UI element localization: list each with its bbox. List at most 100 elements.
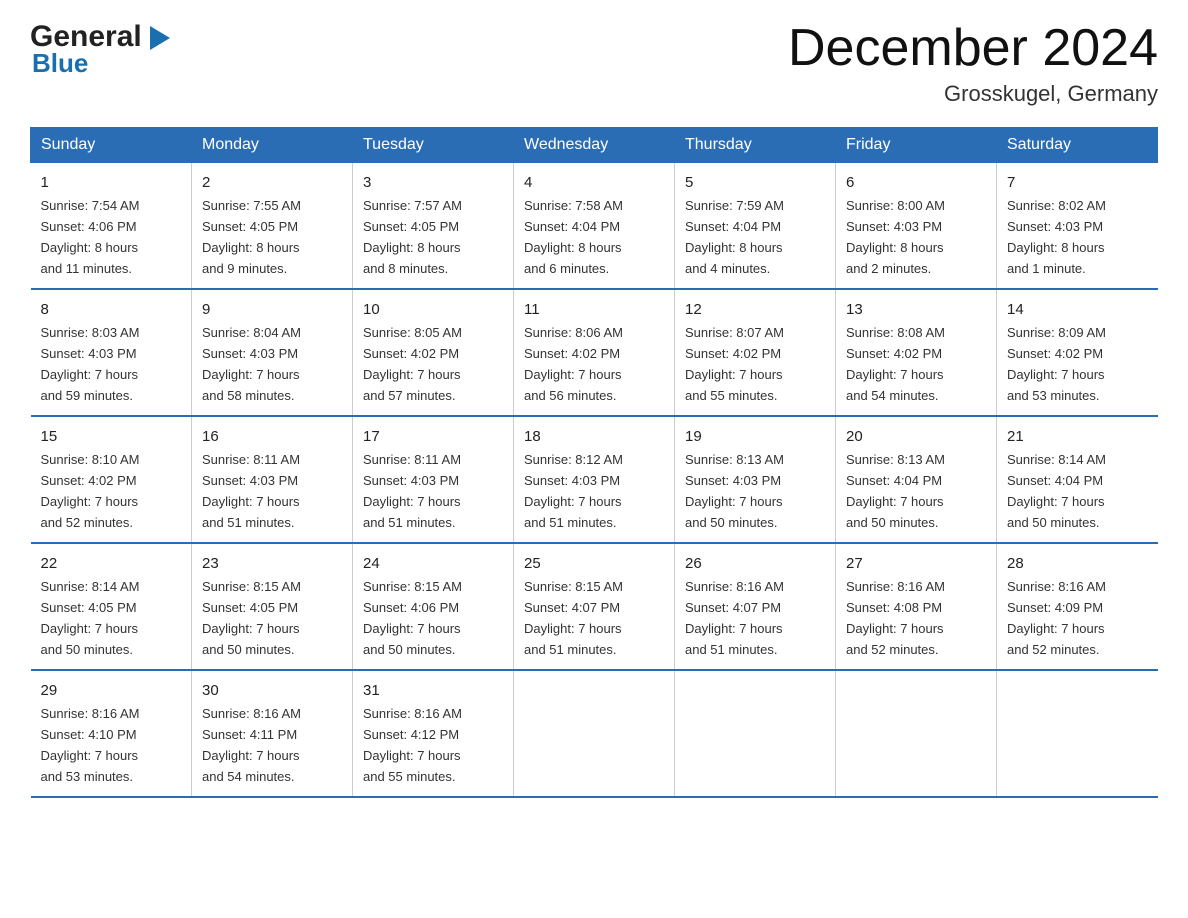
calendar-cell: 22 Sunrise: 8:14 AMSunset: 4:05 PMDayligh…	[31, 543, 192, 670]
calendar-cell: 18Sunrise: 8:12 AMSunset: 4:03 PMDayligh…	[514, 416, 675, 543]
day-info: Sunrise: 7:57 AMSunset: 4:05 PMDaylight:…	[363, 198, 462, 276]
calendar-cell: 1 Sunrise: 7:54 AMSunset: 4:06 PMDaylight…	[31, 163, 192, 289]
calendar-cell	[675, 670, 836, 797]
day-info: Sunrise: 8:11 AMSunset: 4:03 PMDaylight:…	[202, 452, 300, 530]
calendar-cell	[514, 670, 675, 797]
calendar-cell: 4Sunrise: 7:58 AMSunset: 4:04 PMDaylight…	[514, 163, 675, 289]
day-number: 12	[685, 298, 825, 321]
calendar-week-row: 1 Sunrise: 7:54 AMSunset: 4:06 PMDaylight…	[31, 163, 1158, 289]
calendar-week-row: 29 Sunrise: 8:16 AMSunset: 4:10 PMDayligh…	[31, 670, 1158, 797]
day-info: Sunrise: 8:16 AMSunset: 4:09 PMDaylight:…	[1007, 579, 1106, 657]
header: General Blue December 2024 Grosskugel, G…	[30, 20, 1158, 107]
day-number: 26	[685, 552, 825, 575]
calendar-cell: 15 Sunrise: 8:10 AMSunset: 4:02 PMDayligh…	[31, 416, 192, 543]
calendar-cell: 20 Sunrise: 8:13 AMSunset: 4:04 PMDayligh…	[836, 416, 997, 543]
day-number: 22	[41, 552, 182, 575]
day-number: 19	[685, 425, 825, 448]
day-info: Sunrise: 8:12 AMSunset: 4:03 PMDaylight:…	[524, 452, 623, 530]
day-info: Sunrise: 7:59 AMSunset: 4:04 PMDaylight:…	[685, 198, 784, 276]
day-info: Sunrise: 8:10 AMSunset: 4:02 PMDaylight:…	[41, 452, 140, 530]
day-number: 17	[363, 425, 503, 448]
day-info: Sunrise: 8:15 AMSunset: 4:06 PMDaylight:…	[363, 579, 462, 657]
day-info: Sunrise: 8:02 AMSunset: 4:03 PMDaylight:…	[1007, 198, 1106, 276]
calendar-cell: 7Sunrise: 8:02 AMSunset: 4:03 PMDaylight…	[997, 163, 1158, 289]
day-number: 6	[846, 171, 986, 194]
calendar-cell	[997, 670, 1158, 797]
day-number: 10	[363, 298, 503, 321]
calendar-cell: 17 Sunrise: 8:11 AMSunset: 4:03 PMDayligh…	[353, 416, 514, 543]
calendar-cell	[836, 670, 997, 797]
calendar-cell: 24 Sunrise: 8:15 AMSunset: 4:06 PMDayligh…	[353, 543, 514, 670]
day-number: 24	[363, 552, 503, 575]
calendar-cell: 5 Sunrise: 7:59 AMSunset: 4:04 PMDaylight…	[675, 163, 836, 289]
calendar-cell: 14Sunrise: 8:09 AMSunset: 4:02 PMDayligh…	[997, 289, 1158, 416]
col-saturday: Saturday	[997, 128, 1158, 163]
day-number: 30	[202, 679, 342, 702]
day-info: Sunrise: 8:00 AMSunset: 4:03 PMDaylight:…	[846, 198, 945, 276]
calendar-header-row: Sunday Monday Tuesday Wednesday Thursday…	[31, 128, 1158, 163]
calendar-table: Sunday Monday Tuesday Wednesday Thursday…	[30, 127, 1158, 798]
day-info: Sunrise: 8:07 AMSunset: 4:02 PMDaylight:…	[685, 325, 784, 403]
day-info: Sunrise: 8:15 AMSunset: 4:07 PMDaylight:…	[524, 579, 623, 657]
calendar-cell: 29 Sunrise: 8:16 AMSunset: 4:10 PMDayligh…	[31, 670, 192, 797]
day-number: 3	[363, 171, 503, 194]
calendar-cell: 26Sunrise: 8:16 AMSunset: 4:07 PMDayligh…	[675, 543, 836, 670]
logo-blue: Blue	[32, 48, 88, 79]
day-info: Sunrise: 7:58 AMSunset: 4:04 PMDaylight:…	[524, 198, 623, 276]
calendar-cell: 9Sunrise: 8:04 AMSunset: 4:03 PMDaylight…	[192, 289, 353, 416]
calendar-cell: 16 Sunrise: 8:11 AMSunset: 4:03 PMDayligh…	[192, 416, 353, 543]
day-info: Sunrise: 8:03 AMSunset: 4:03 PMDaylight:…	[41, 325, 140, 403]
day-info: Sunrise: 8:06 AMSunset: 4:02 PMDaylight:…	[524, 325, 623, 403]
calendar-cell: 12 Sunrise: 8:07 AMSunset: 4:02 PMDayligh…	[675, 289, 836, 416]
calendar-title: December 2024	[788, 20, 1158, 77]
title-area: December 2024 Grosskugel, Germany	[788, 20, 1158, 107]
day-number: 16	[202, 425, 342, 448]
calendar-cell: 31Sunrise: 8:16 AMSunset: 4:12 PMDayligh…	[353, 670, 514, 797]
calendar-cell: 30 Sunrise: 8:16 AMSunset: 4:11 PMDayligh…	[192, 670, 353, 797]
day-number: 15	[41, 425, 182, 448]
day-number: 31	[363, 679, 503, 702]
calendar-cell: 23Sunrise: 8:15 AMSunset: 4:05 PMDayligh…	[192, 543, 353, 670]
day-number: 27	[846, 552, 986, 575]
day-number: 8	[41, 298, 182, 321]
logo: General Blue	[30, 20, 176, 79]
day-number: 28	[1007, 552, 1148, 575]
day-info: Sunrise: 8:16 AMSunset: 4:08 PMDaylight:…	[846, 579, 945, 657]
day-info: Sunrise: 8:16 AMSunset: 4:10 PMDaylight:…	[41, 706, 140, 784]
calendar-cell: 10 Sunrise: 8:05 AMSunset: 4:02 PMDayligh…	[353, 289, 514, 416]
day-number: 29	[41, 679, 182, 702]
calendar-cell: 13Sunrise: 8:08 AMSunset: 4:02 PMDayligh…	[836, 289, 997, 416]
calendar-cell: 27 Sunrise: 8:16 AMSunset: 4:08 PMDayligh…	[836, 543, 997, 670]
day-info: Sunrise: 7:54 AMSunset: 4:06 PMDaylight:…	[41, 198, 140, 276]
day-number: 9	[202, 298, 342, 321]
day-number: 21	[1007, 425, 1148, 448]
calendar-cell: 11 Sunrise: 8:06 AMSunset: 4:02 PMDayligh…	[514, 289, 675, 416]
calendar-subtitle: Grosskugel, Germany	[788, 81, 1158, 107]
calendar-week-row: 15 Sunrise: 8:10 AMSunset: 4:02 PMDayligh…	[31, 416, 1158, 543]
col-monday: Monday	[192, 128, 353, 163]
logo-arrow-icon	[144, 22, 176, 54]
day-number: 1	[41, 171, 182, 194]
day-info: Sunrise: 8:14 AMSunset: 4:05 PMDaylight:…	[41, 579, 140, 657]
calendar-cell: 19 Sunrise: 8:13 AMSunset: 4:03 PMDayligh…	[675, 416, 836, 543]
day-number: 11	[524, 298, 664, 321]
day-number: 2	[202, 171, 342, 194]
day-info: Sunrise: 8:13 AMSunset: 4:03 PMDaylight:…	[685, 452, 784, 530]
calendar-cell: 3 Sunrise: 7:57 AMSunset: 4:05 PMDaylight…	[353, 163, 514, 289]
day-info: Sunrise: 8:13 AMSunset: 4:04 PMDaylight:…	[846, 452, 945, 530]
col-thursday: Thursday	[675, 128, 836, 163]
day-info: Sunrise: 8:16 AMSunset: 4:11 PMDaylight:…	[202, 706, 301, 784]
col-wednesday: Wednesday	[514, 128, 675, 163]
calendar-cell: 28 Sunrise: 8:16 AMSunset: 4:09 PMDayligh…	[997, 543, 1158, 670]
day-info: Sunrise: 8:05 AMSunset: 4:02 PMDaylight:…	[363, 325, 462, 403]
day-number: 20	[846, 425, 986, 448]
day-number: 25	[524, 552, 664, 575]
day-info: Sunrise: 8:15 AMSunset: 4:05 PMDaylight:…	[202, 579, 301, 657]
day-info: Sunrise: 8:11 AMSunset: 4:03 PMDaylight:…	[363, 452, 461, 530]
calendar-cell: 21Sunrise: 8:14 AMSunset: 4:04 PMDayligh…	[997, 416, 1158, 543]
calendar-week-row: 22 Sunrise: 8:14 AMSunset: 4:05 PMDayligh…	[31, 543, 1158, 670]
day-info: Sunrise: 8:09 AMSunset: 4:02 PMDaylight:…	[1007, 325, 1106, 403]
day-number: 13	[846, 298, 986, 321]
day-info: Sunrise: 7:55 AMSunset: 4:05 PMDaylight:…	[202, 198, 301, 276]
day-number: 5	[685, 171, 825, 194]
